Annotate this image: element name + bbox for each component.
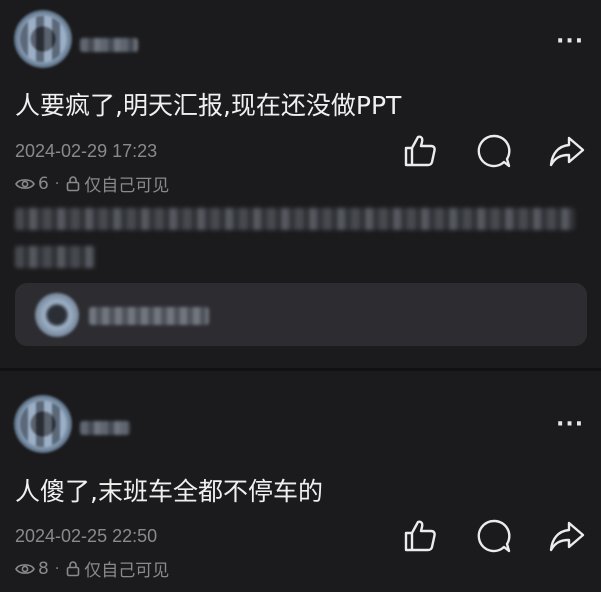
post-card[interactable]: ··· 人傻了,末班车全都不停车的 2024-02-25 22:50 8 · 仅… [0,371,601,592]
eye-icon [15,177,35,191]
post-card[interactable]: ··· 人要疯了,明天汇报,现在还没做PPT 2024-02-29 17:23 … [0,0,601,370]
lock-icon [65,560,81,577]
post-meta: 6 · 仅自己可见 [15,171,169,196]
post-meta: 8 · 仅自己可见 [15,556,169,581]
post-text: 人傻了,末班车全都不停车的 [15,477,323,506]
lock-icon [65,175,81,192]
share-icon[interactable] [547,131,587,171]
reply-avatar [35,293,79,337]
author-name-blurred[interactable] [80,38,138,52]
reply-preview[interactable] [15,283,587,346]
share-icon[interactable] [547,516,587,556]
blurred-comment-line-1 [15,208,575,230]
view-count: 8 [38,558,49,579]
visibility-label: 仅自己可见 [84,176,170,196]
thumbs-up-icon[interactable] [400,131,440,171]
post-text: 人要疯了,明天汇报,现在还没做PPT [15,91,402,120]
meta-separator: · [54,560,60,577]
comment-icon[interactable] [474,131,514,171]
author-name-blurred[interactable] [80,421,130,435]
avatar[interactable] [14,10,72,68]
comment-icon[interactable] [474,516,514,556]
avatar[interactable] [14,395,72,453]
meta-separator: · [54,175,60,192]
blurred-comment-line-2 [15,246,95,268]
reply-author-blurred [89,307,209,325]
eye-icon [15,562,35,576]
post-date: 2024-02-25 22:50 [15,526,158,546]
more-icon[interactable]: ··· [556,414,584,436]
thumbs-up-icon[interactable] [400,516,440,556]
post-date: 2024-02-29 17:23 [15,141,158,161]
view-count: 6 [38,173,49,194]
more-icon[interactable]: ··· [556,31,584,53]
visibility-label: 仅自己可见 [84,561,170,581]
